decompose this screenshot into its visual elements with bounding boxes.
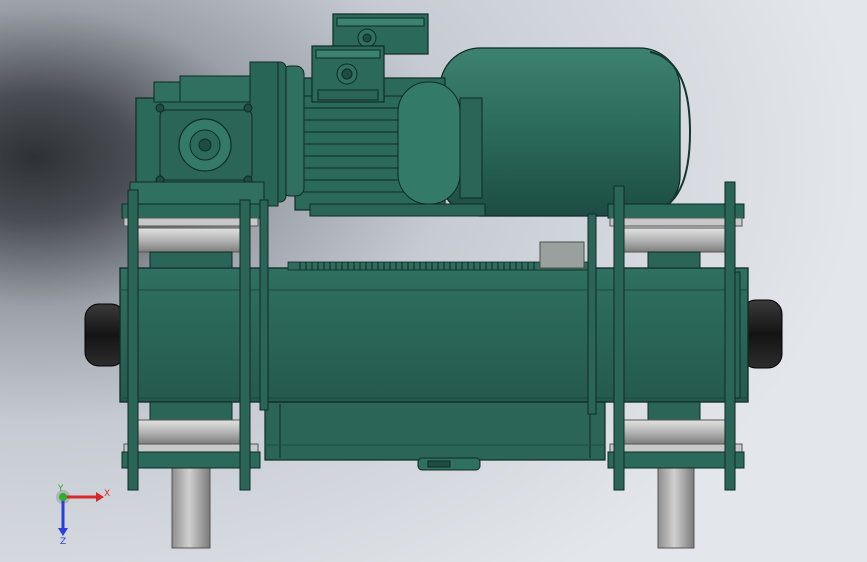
y-axis-label: Y (57, 484, 64, 494)
x-axis-label: X (104, 489, 110, 499)
z-axis-label: Z (60, 537, 66, 547)
model-canvas[interactable]: X Y Z (0, 0, 867, 562)
right-shaft[interactable] (657, 467, 695, 549)
main-beam[interactable] (119, 267, 749, 403)
left-shaft[interactable] (171, 467, 211, 549)
y-axis-dot (59, 493, 67, 501)
cad-viewport[interactable]: X Y Z (0, 0, 867, 562)
left-rubber-end-cap[interactable] (84, 303, 126, 367)
lower-housing[interactable] (264, 397, 606, 471)
terminal-box-front[interactable] (311, 45, 385, 103)
